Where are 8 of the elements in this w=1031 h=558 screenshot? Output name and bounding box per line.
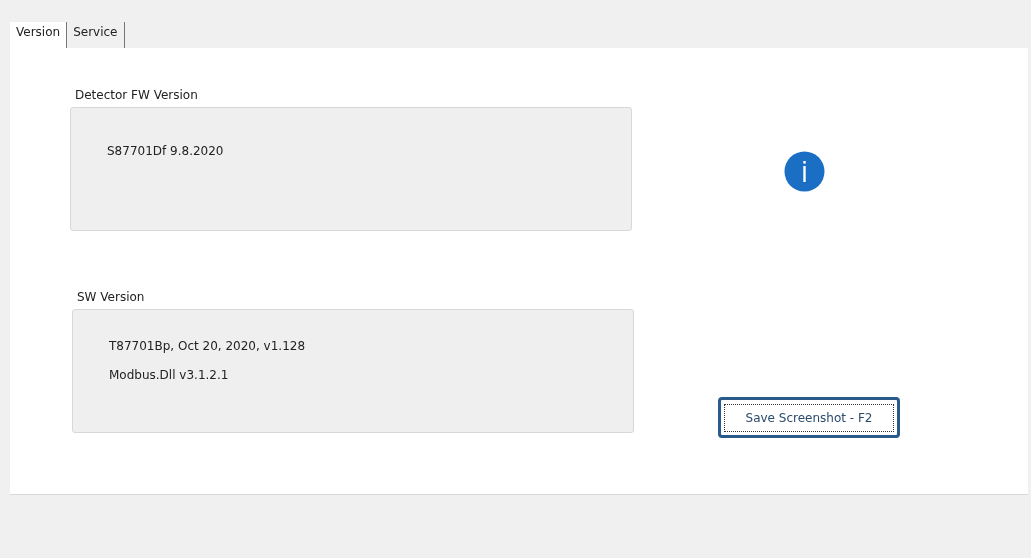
version-text: T87701Bp, Oct 20, 2020, v1.128 [109, 339, 307, 353]
group-title: Detector FW Version [74, 88, 199, 102]
group-title: SW Version [76, 290, 146, 304]
version-text: S87701Df 9.8.2020 [107, 144, 225, 158]
version-text: Modbus.Dll v3.1.2.1 [109, 368, 230, 382]
tab[interactable]: Version [10, 22, 68, 48]
info-icon [783, 151, 825, 192]
save-screenshot-button[interactable]: Save Screenshot - F2 [718, 397, 900, 438]
